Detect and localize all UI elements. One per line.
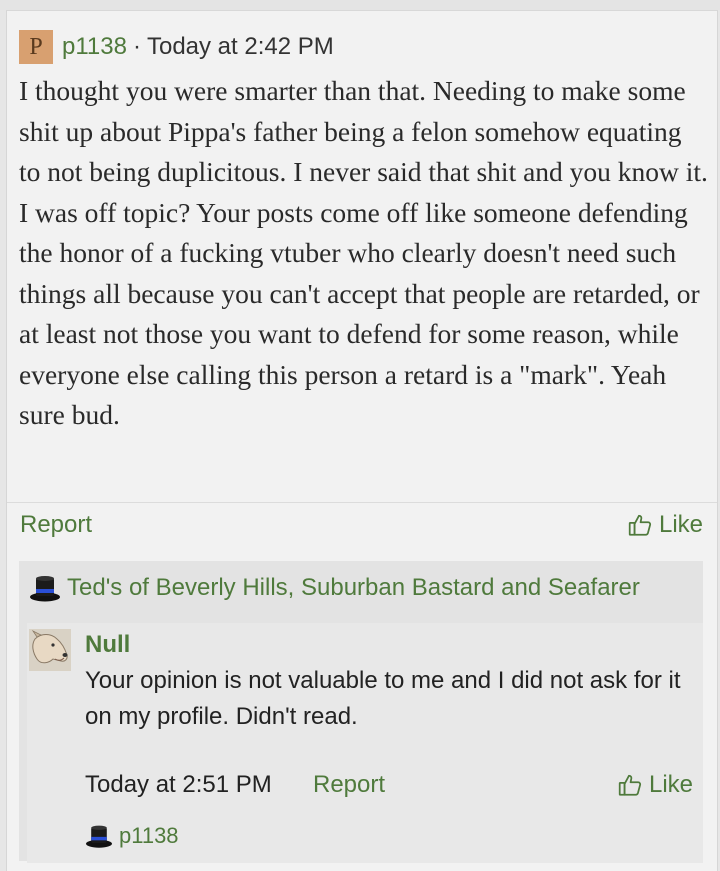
comment-like-button[interactable]: Like — [617, 771, 693, 799]
post-author-link[interactable]: p1138 — [62, 33, 127, 61]
comment-report-button[interactable]: Report — [313, 771, 385, 799]
comment-author-link[interactable]: Null — [85, 631, 130, 659]
comment: Null Your opinion is not valuable to me … — [27, 623, 703, 863]
group-row: Ted's of Beverly Hills, Suburban Bastard… — [29, 573, 640, 603]
thumbs-up-icon — [628, 514, 652, 536]
post-timestamp[interactable]: Today at 2:42 PM — [147, 33, 334, 61]
avatar[interactable]: P — [19, 30, 53, 64]
top-hat-icon — [86, 825, 112, 848]
comment-avatar[interactable] — [29, 629, 71, 671]
comment-like-label: Like — [648, 771, 693, 798]
like-label: Like — [658, 511, 703, 538]
comment-timestamp[interactable]: Today at 2:51 PM — [85, 771, 272, 799]
thumbs-up-icon — [618, 774, 642, 796]
post-header: P p1138 · Today at 2:42 PM — [19, 29, 334, 65]
top-strip — [0, 0, 720, 10]
like-button[interactable]: Like — [627, 511, 703, 539]
group-link[interactable]: Ted's of Beverly Hills, Suburban Bastard… — [67, 574, 640, 602]
profile-post: P p1138 · Today at 2:42 PM I thought you… — [6, 10, 718, 871]
top-hat-icon — [30, 576, 60, 602]
post-divider — [7, 502, 717, 503]
comments-section: Ted's of Beverly Hills, Suburban Bastard… — [19, 561, 703, 863]
reply-user-link[interactable]: p1138 — [119, 823, 179, 849]
dog-avatar-icon — [29, 629, 71, 671]
comment-text: Your opinion is not valuable to me and I… — [85, 667, 681, 730]
report-button[interactable]: Report — [20, 511, 92, 539]
reply-row: p1138 — [85, 823, 179, 849]
post-body: I thought you were smarter than that. Ne… — [19, 75, 708, 430]
header-separator: · — [132, 33, 141, 60]
